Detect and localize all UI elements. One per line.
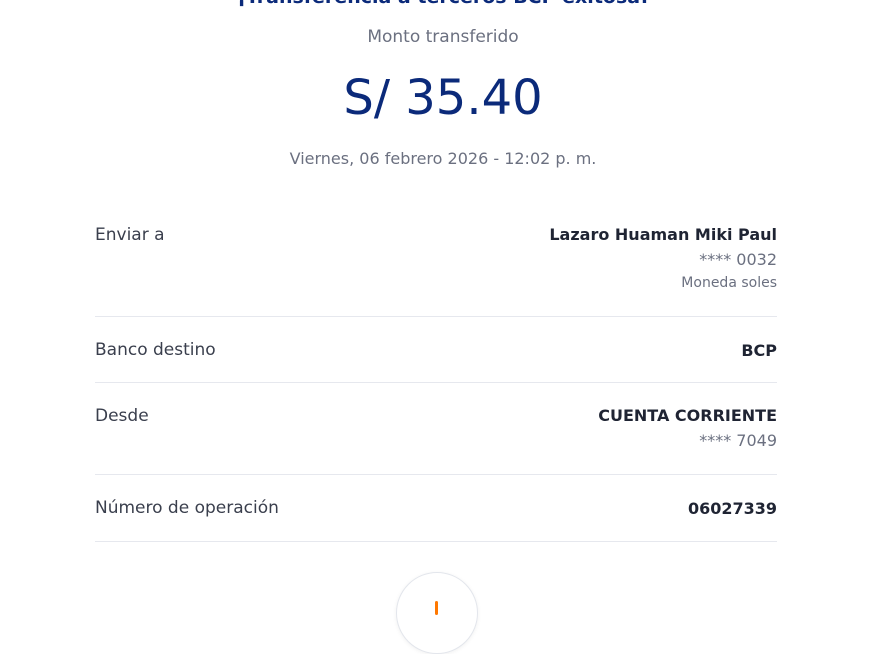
transfer-datetime: Viernes, 06 febrero 2026 - 12:02 p. m.	[289, 149, 597, 168]
row-send-to: Enviar a Lazaro Huaman Miki Paul **** 00…	[95, 225, 777, 317]
row-operation: Número de operación 06027339	[95, 475, 777, 542]
row-bank: Banco destino BCP	[95, 317, 777, 383]
amount-label: Monto transferido	[367, 27, 519, 47]
download-icon	[435, 601, 438, 615]
download-button[interactable]	[396, 572, 478, 654]
operation-number: 06027339	[687, 499, 777, 518]
from-account-type: CUENTA CORRIENTE	[598, 406, 777, 425]
page-title: ¡Transferencia a terceros BCP exitosa!	[0, 0, 886, 8]
send-to-label: Enviar a	[95, 225, 165, 245]
operation-values: 06027339	[688, 497, 777, 521]
bank-label: Banco destino	[95, 340, 216, 360]
bank-values: BCP	[741, 339, 777, 363]
from-values: CUENTA CORRIENTE **** 7049	[598, 404, 777, 453]
from-label: Desde	[95, 406, 149, 426]
recipient-account: **** 0032	[699, 250, 777, 269]
recipient-currency: Moneda soles	[681, 275, 777, 291]
recipient-name: Lazaro Huaman Miki Paul	[549, 225, 777, 244]
transfer-amount: S/ 35.40	[343, 70, 543, 126]
from-account: **** 7049	[699, 431, 777, 450]
operation-label: Número de operación	[95, 498, 279, 518]
send-to-values: Lazaro Huaman Miki Paul **** 0032 Moneda…	[549, 223, 777, 294]
bank-name: BCP	[741, 341, 777, 360]
row-from: Desde CUENTA CORRIENTE **** 7049	[95, 383, 777, 475]
